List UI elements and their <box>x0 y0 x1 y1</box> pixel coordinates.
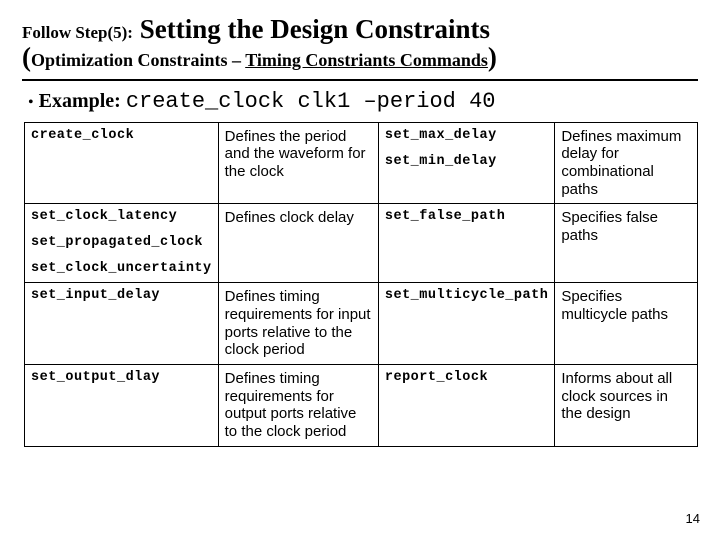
divider <box>22 79 698 81</box>
cmd-text: set_clock_latency <box>31 209 177 224</box>
desc-cell: Defines timing requirements for output p… <box>218 365 378 447</box>
desc-cell: Specifies false paths <box>555 204 698 283</box>
desc-cell: Informs about all clock sources in the d… <box>555 365 698 447</box>
cmd-cell: set_input_delay <box>25 283 219 365</box>
desc-cell: Specifies multicycle paths <box>555 283 698 365</box>
example-label: Example: <box>39 90 121 112</box>
desc-cell: Defines timing requirements for input po… <box>218 283 378 365</box>
slide: Follow Step(5): Setting the Design Const… <box>0 0 720 540</box>
commands-table: create_clock Defines the period and the … <box>24 122 698 447</box>
paren-close: ) <box>488 42 497 72</box>
desc-cell: Defines maximum delay for combinational … <box>555 122 698 204</box>
bullet-icon: • <box>28 94 34 111</box>
title-main: Setting the Design Constraints <box>140 14 490 44</box>
cmd-cell: report_clock <box>378 365 554 447</box>
desc-cell: Defines the period and the waveform for … <box>218 122 378 204</box>
table-row: create_clock Defines the period and the … <box>25 122 698 204</box>
table-row: set_input_delay Defines timing requireme… <box>25 283 698 365</box>
title-prefix: Follow Step(5): <box>22 23 133 42</box>
cmd-cell: set_multicycle_path <box>378 283 554 365</box>
cmd-text: set_min_delay <box>385 154 548 170</box>
table-row: set_clock_latency set_propagated_clock s… <box>25 204 698 283</box>
cmd-cell: set_false_path <box>378 204 554 283</box>
cmd-cell: create_clock <box>25 122 219 204</box>
example-code: create_clock clk1 –period 40 <box>126 89 496 114</box>
page-number: 14 <box>686 511 700 526</box>
cmd-text: set_clock_uncertainty <box>31 261 212 277</box>
desc-cell: Defines clock delay <box>218 204 378 283</box>
paren-open: ( <box>22 42 31 72</box>
subtitle-a: Optimization Constraints – <box>31 50 245 70</box>
cmd-cell: set_clock_latency set_propagated_clock s… <box>25 204 219 283</box>
subtitle-b: Timing Constriants Commands <box>245 50 488 70</box>
cmd-text: set_propagated_clock <box>31 235 212 251</box>
cmd-cell: set_output_dlay <box>25 365 219 447</box>
cmd-cell: set_max_delay set_min_delay <box>378 122 554 204</box>
table-row: set_output_dlay Defines timing requireme… <box>25 365 698 447</box>
slide-title-line1: Follow Step(5): Setting the Design Const… <box>22 14 698 45</box>
example-line: • Example: create_clock clk1 –period 40 <box>28 89 698 114</box>
cmd-text: set_max_delay <box>385 128 497 143</box>
slide-title-line2: (Optimization Constraints – Timing Const… <box>22 43 698 73</box>
